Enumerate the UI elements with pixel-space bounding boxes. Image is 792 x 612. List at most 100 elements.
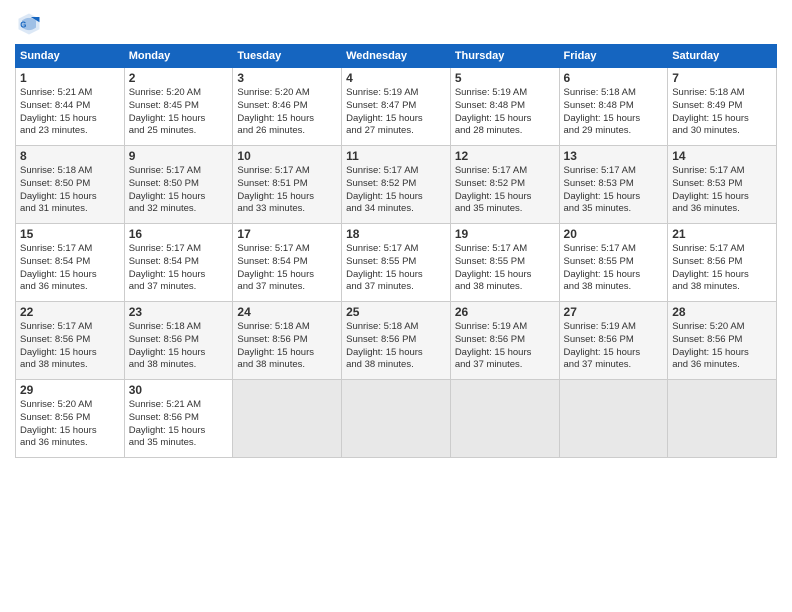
- page: G SundayMondayTuesdayWednesdayThursdayFr…: [0, 0, 792, 612]
- calendar-cell: 18 Sunrise: 5:17 AMSunset: 8:55 PMDayligh…: [342, 224, 451, 302]
- logo-icon: G: [15, 10, 43, 38]
- calendar-cell: [559, 380, 668, 458]
- week-row-5: 29Sunrise: 5:20 AMSunset: 8:56 PMDayligh…: [16, 380, 777, 458]
- day-number: 3: [237, 71, 337, 85]
- day-info: Sunrise: 5:21 AMSunset: 8:56 PMDaylight:…: [129, 399, 229, 450]
- day-info: Sunrise: 5:18 AMSunset: 8:50 PMDaylight:…: [20, 165, 120, 216]
- day-info: Sunrise: 5:18 AMSunset: 8:56 PMDaylight:…: [346, 321, 446, 372]
- day-info: Sunrise: 5:19 AMSunset: 8:47 PMDaylight:…: [346, 87, 446, 138]
- col-header-friday: Friday: [559, 45, 668, 68]
- day-info: Sunrise: 5:18 AMSunset: 8:56 PMDaylight:…: [129, 321, 229, 372]
- calendar-cell: 9 Sunrise: 5:17 AMSunset: 8:50 PMDaylight…: [124, 146, 233, 224]
- day-number: 18: [346, 227, 446, 241]
- day-number: 24: [237, 305, 337, 319]
- day-number: 1: [20, 71, 120, 85]
- day-number: 12: [455, 149, 555, 163]
- day-number: 26: [455, 305, 555, 319]
- day-info: Sunrise: 5:19 AMSunset: 8:48 PMDaylight:…: [455, 87, 555, 138]
- day-number: 23: [129, 305, 229, 319]
- week-row-2: 8 Sunrise: 5:18 AMSunset: 8:50 PMDaylight…: [16, 146, 777, 224]
- calendar-cell: 17 Sunrise: 5:17 AMSunset: 8:54 PMDayligh…: [233, 224, 342, 302]
- day-number: 10: [237, 149, 337, 163]
- day-number: 29: [20, 383, 120, 397]
- day-number: 17: [237, 227, 337, 241]
- day-info: Sunrise: 5:18 AMSunset: 8:48 PMDaylight:…: [564, 87, 664, 138]
- day-number: 5: [455, 71, 555, 85]
- day-info: Sunrise: 5:21 AMSunset: 8:44 PMDaylight:…: [20, 87, 120, 138]
- day-info: Sunrise: 5:17 AMSunset: 8:55 PMDaylight:…: [346, 243, 446, 294]
- col-header-monday: Monday: [124, 45, 233, 68]
- day-number: 7: [672, 71, 772, 85]
- day-info: Sunrise: 5:17 AMSunset: 8:52 PMDaylight:…: [455, 165, 555, 216]
- day-info: Sunrise: 5:17 AMSunset: 8:55 PMDaylight:…: [455, 243, 555, 294]
- header-row: SundayMondayTuesdayWednesdayThursdayFrid…: [16, 45, 777, 68]
- calendar-cell: 8 Sunrise: 5:18 AMSunset: 8:50 PMDaylight…: [16, 146, 125, 224]
- day-info: Sunrise: 5:18 AMSunset: 8:49 PMDaylight:…: [672, 87, 772, 138]
- svg-text:G: G: [20, 21, 26, 30]
- calendar-cell: 3 Sunrise: 5:20 AMSunset: 8:46 PMDaylight…: [233, 68, 342, 146]
- day-number: 20: [564, 227, 664, 241]
- calendar-cell: [233, 380, 342, 458]
- day-info: Sunrise: 5:17 AMSunset: 8:53 PMDaylight:…: [564, 165, 664, 216]
- day-number: 13: [564, 149, 664, 163]
- col-header-tuesday: Tuesday: [233, 45, 342, 68]
- header: G: [15, 10, 777, 38]
- day-info: Sunrise: 5:17 AMSunset: 8:53 PMDaylight:…: [672, 165, 772, 216]
- calendar-cell: 14 Sunrise: 5:17 AMSunset: 8:53 PMDayligh…: [668, 146, 777, 224]
- day-number: 15: [20, 227, 120, 241]
- day-info: Sunrise: 5:19 AMSunset: 8:56 PMDaylight:…: [564, 321, 664, 372]
- calendar-cell: [450, 380, 559, 458]
- col-header-wednesday: Wednesday: [342, 45, 451, 68]
- day-info: Sunrise: 5:20 AMSunset: 8:46 PMDaylight:…: [237, 87, 337, 138]
- day-number: 6: [564, 71, 664, 85]
- week-row-1: 1 Sunrise: 5:21 AMSunset: 8:44 PMDaylight…: [16, 68, 777, 146]
- day-number: 22: [20, 305, 120, 319]
- day-number: 27: [564, 305, 664, 319]
- day-info: Sunrise: 5:17 AMSunset: 8:56 PMDaylight:…: [672, 243, 772, 294]
- day-info: Sunrise: 5:17 AMSunset: 8:54 PMDaylight:…: [20, 243, 120, 294]
- calendar-cell: [668, 380, 777, 458]
- day-info: Sunrise: 5:17 AMSunset: 8:52 PMDaylight:…: [346, 165, 446, 216]
- calendar-cell: 23 Sunrise: 5:18 AMSunset: 8:56 PMDayligh…: [124, 302, 233, 380]
- calendar-cell: 6 Sunrise: 5:18 AMSunset: 8:48 PMDaylight…: [559, 68, 668, 146]
- calendar-header: SundayMondayTuesdayWednesdayThursdayFrid…: [16, 45, 777, 68]
- day-number: 14: [672, 149, 772, 163]
- calendar-cell: 4 Sunrise: 5:19 AMSunset: 8:47 PMDaylight…: [342, 68, 451, 146]
- day-info: Sunrise: 5:17 AMSunset: 8:56 PMDaylight:…: [20, 321, 120, 372]
- calendar-body: 1 Sunrise: 5:21 AMSunset: 8:44 PMDaylight…: [16, 68, 777, 458]
- calendar-cell: [342, 380, 451, 458]
- day-number: 21: [672, 227, 772, 241]
- day-info: Sunrise: 5:19 AMSunset: 8:56 PMDaylight:…: [455, 321, 555, 372]
- col-header-thursday: Thursday: [450, 45, 559, 68]
- calendar-cell: 25Sunrise: 5:18 AMSunset: 8:56 PMDayligh…: [342, 302, 451, 380]
- calendar-cell: 15 Sunrise: 5:17 AMSunset: 8:54 PMDayligh…: [16, 224, 125, 302]
- day-info: Sunrise: 5:17 AMSunset: 8:54 PMDaylight:…: [129, 243, 229, 294]
- day-info: Sunrise: 5:20 AMSunset: 8:56 PMDaylight:…: [672, 321, 772, 372]
- day-number: 30: [129, 383, 229, 397]
- day-number: 4: [346, 71, 446, 85]
- calendar-cell: 10Sunrise: 5:17 AMSunset: 8:51 PMDayligh…: [233, 146, 342, 224]
- calendar-cell: 22 Sunrise: 5:17 AMSunset: 8:56 PMDayligh…: [16, 302, 125, 380]
- calendar-cell: 5 Sunrise: 5:19 AMSunset: 8:48 PMDaylight…: [450, 68, 559, 146]
- calendar-cell: 28 Sunrise: 5:20 AMSunset: 8:56 PMDayligh…: [668, 302, 777, 380]
- day-info: Sunrise: 5:17 AMSunset: 8:50 PMDaylight:…: [129, 165, 229, 216]
- calendar-cell: 11Sunrise: 5:17 AMSunset: 8:52 PMDayligh…: [342, 146, 451, 224]
- calendar-cell: 29Sunrise: 5:20 AMSunset: 8:56 PMDayligh…: [16, 380, 125, 458]
- col-header-saturday: Saturday: [668, 45, 777, 68]
- calendar-cell: 7 Sunrise: 5:18 AMSunset: 8:49 PMDaylight…: [668, 68, 777, 146]
- day-info: Sunrise: 5:20 AMSunset: 8:45 PMDaylight:…: [129, 87, 229, 138]
- day-info: Sunrise: 5:17 AMSunset: 8:55 PMDaylight:…: [564, 243, 664, 294]
- col-header-sunday: Sunday: [16, 45, 125, 68]
- day-info: Sunrise: 5:17 AMSunset: 8:54 PMDaylight:…: [237, 243, 337, 294]
- day-number: 19: [455, 227, 555, 241]
- calendar-cell: 12 Sunrise: 5:17 AMSunset: 8:52 PMDayligh…: [450, 146, 559, 224]
- calendar-cell: 24 Sunrise: 5:18 AMSunset: 8:56 PMDayligh…: [233, 302, 342, 380]
- day-number: 9: [129, 149, 229, 163]
- day-number: 28: [672, 305, 772, 319]
- day-number: 8: [20, 149, 120, 163]
- calendar-cell: 1 Sunrise: 5:21 AMSunset: 8:44 PMDaylight…: [16, 68, 125, 146]
- calendar-cell: 21 Sunrise: 5:17 AMSunset: 8:56 PMDayligh…: [668, 224, 777, 302]
- week-row-4: 22 Sunrise: 5:17 AMSunset: 8:56 PMDayligh…: [16, 302, 777, 380]
- calendar-cell: 27 Sunrise: 5:19 AMSunset: 8:56 PMDayligh…: [559, 302, 668, 380]
- day-info: Sunrise: 5:18 AMSunset: 8:56 PMDaylight:…: [237, 321, 337, 372]
